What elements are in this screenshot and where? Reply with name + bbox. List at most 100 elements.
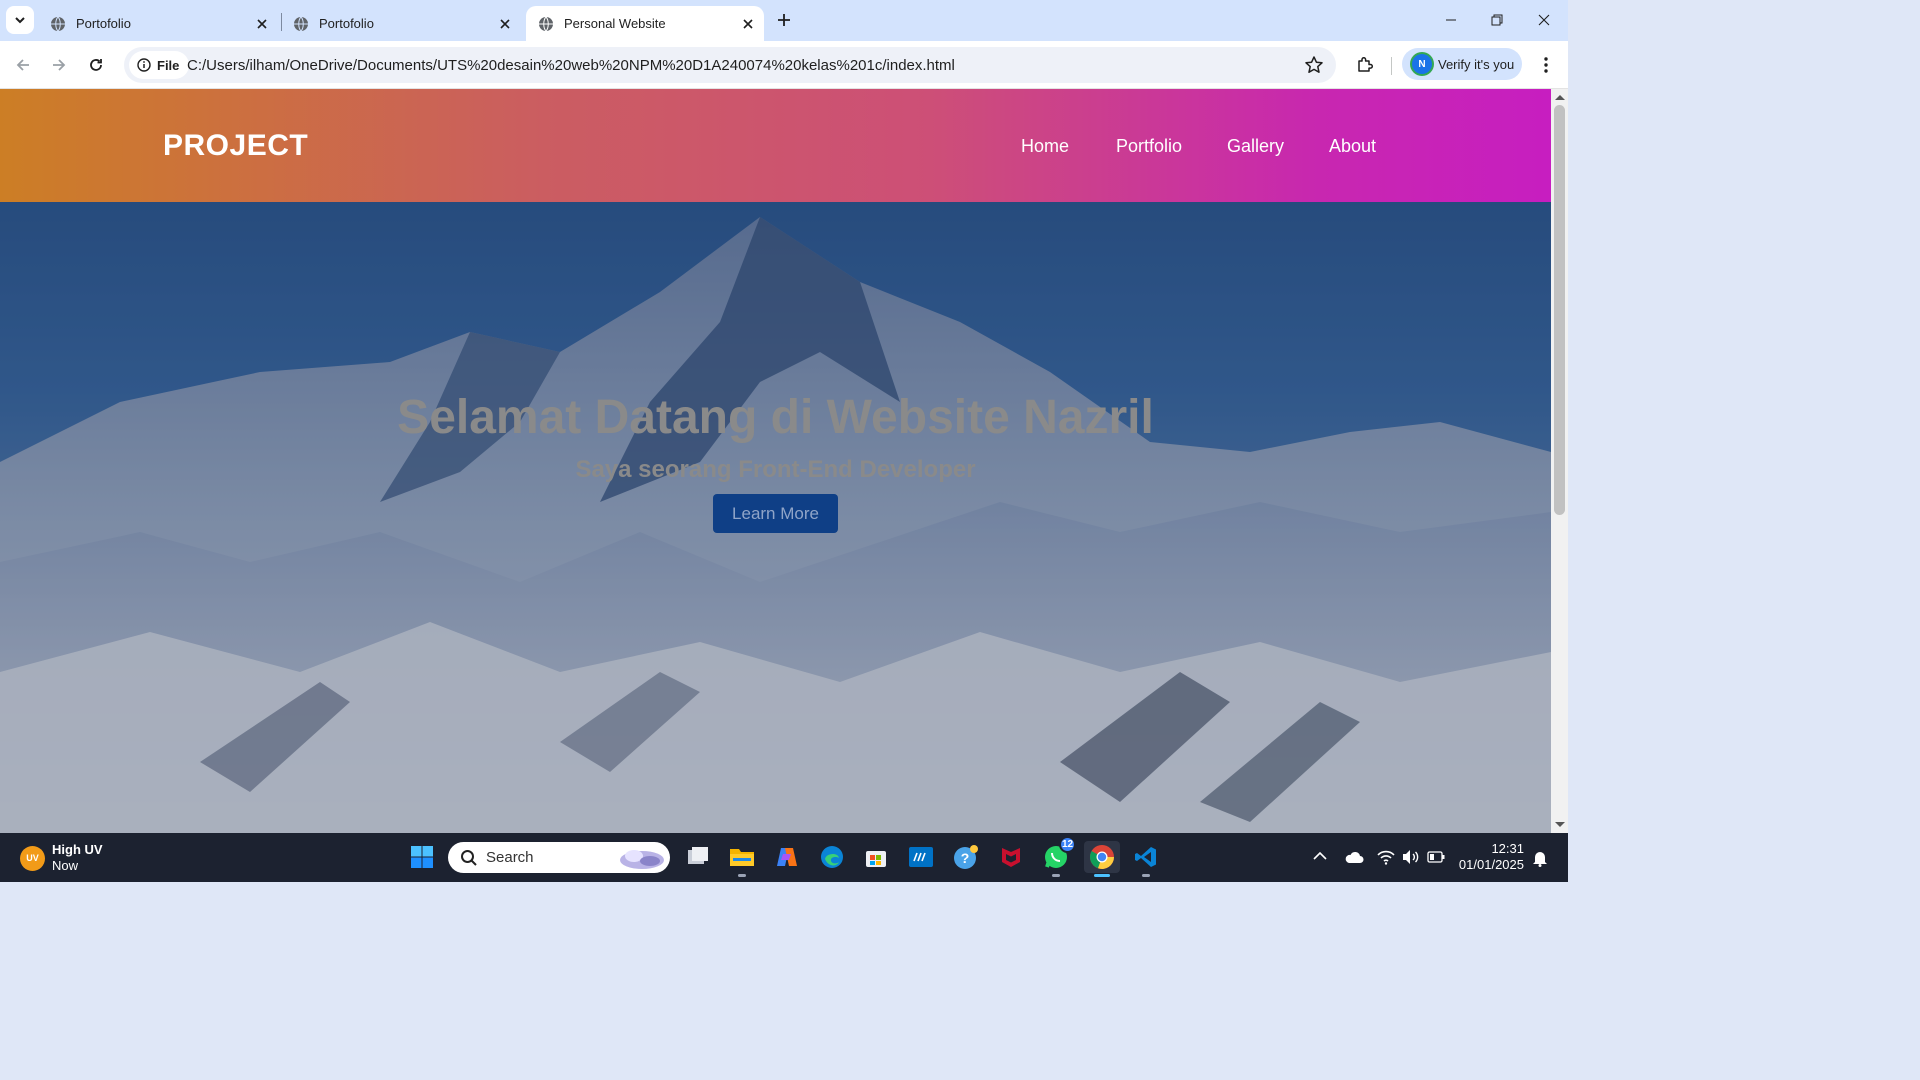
chevron-up-icon[interactable] xyxy=(1313,851,1327,861)
nav-link-about[interactable]: About xyxy=(1329,136,1376,157)
arrow-left-icon xyxy=(16,59,29,71)
close-tab-icon[interactable] xyxy=(252,14,272,34)
taskbar-search[interactable]: Search xyxy=(448,842,670,873)
copilot-icon xyxy=(777,848,797,866)
hero-subtitle: Saya seorang Front-End Developer xyxy=(575,456,976,483)
globe-icon xyxy=(294,16,308,31)
edge-icon xyxy=(821,846,843,868)
system-clock[interactable]: 12:31 01/01/2025 xyxy=(1452,841,1524,873)
mcafee-button[interactable] xyxy=(995,841,1027,873)
close-tab-icon[interactable] xyxy=(738,14,758,34)
tab-title: Portofolio xyxy=(76,16,131,31)
close-icon xyxy=(1538,14,1550,26)
chrome-button[interactable] xyxy=(1084,841,1120,877)
globe-icon xyxy=(51,16,65,31)
reload-icon xyxy=(90,59,102,71)
new-tab-button[interactable] xyxy=(772,8,796,32)
help-icon: ? xyxy=(954,845,978,869)
browser-menu-button[interactable] xyxy=(1532,50,1560,80)
scroll-down-arrow-icon[interactable] xyxy=(1555,822,1565,827)
start-button[interactable] xyxy=(406,841,438,873)
avatar: N xyxy=(1412,54,1432,74)
chevron-down-icon xyxy=(15,17,25,24)
vscode-button[interactable] xyxy=(1130,841,1162,877)
profile-button[interactable]: N Verify it's you xyxy=(1402,48,1522,80)
close-window-button[interactable] xyxy=(1521,0,1567,40)
copilot-button[interactable] xyxy=(771,841,803,873)
file-explorer-button[interactable] xyxy=(726,841,758,877)
site-chip-label: File xyxy=(157,57,180,73)
wifi-icon[interactable] xyxy=(1377,849,1395,865)
microsoft-store-button[interactable] xyxy=(860,841,892,873)
myhp-icon xyxy=(909,847,933,867)
volume-icon[interactable] xyxy=(1402,849,1420,865)
bookmark-star-icon[interactable] xyxy=(1304,55,1324,75)
restore-button[interactable] xyxy=(1474,0,1520,40)
site-header: PROJECT Home Portfolio Gallery About xyxy=(0,89,1551,202)
windows-taskbar: UV High UV Now Search ? 12 12:31 01/01/2… xyxy=(0,833,1568,882)
running-indicator xyxy=(738,874,746,877)
windows-logo-icon xyxy=(411,846,433,868)
browser-tab-2[interactable]: Portofolio xyxy=(281,6,521,41)
nav-link-portfolio[interactable]: Portfolio xyxy=(1116,136,1182,157)
plus-icon xyxy=(778,14,790,26)
tab-search-button[interactable] xyxy=(6,6,34,34)
notification-bell-icon[interactable] xyxy=(1532,850,1548,867)
url-text[interactable]: C:/Users/ilham/OneDrive/Documents/UTS%20… xyxy=(187,57,955,74)
close-tab-icon[interactable] xyxy=(495,14,515,34)
active-indicator xyxy=(1094,874,1110,877)
uv-icon: UV xyxy=(20,845,45,871)
weather-widget[interactable]: UV High UV Now xyxy=(20,842,103,874)
mcafee-icon xyxy=(1002,848,1020,867)
store-icon xyxy=(866,851,886,867)
get-help-button[interactable]: ? xyxy=(950,841,982,873)
weather-subtitle: Now xyxy=(52,858,79,873)
toolbar-divider xyxy=(1391,57,1392,75)
weather-title: High UV xyxy=(52,842,103,857)
browser-tab-1[interactable]: Portofolio xyxy=(38,6,278,41)
whatsapp-button[interactable]: 12 xyxy=(1040,836,1076,877)
browser-toolbar: File C:/Users/ilham/OneDrive/Documents/U… xyxy=(0,41,1568,89)
restore-icon xyxy=(1491,14,1503,26)
page-scrollbar[interactable] xyxy=(1551,89,1568,833)
vscode-icon xyxy=(1135,847,1156,867)
clock-date: 01/01/2025 xyxy=(1458,857,1524,872)
profile-label: Verify it's you xyxy=(1438,56,1515,72)
nav-link-gallery[interactable]: Gallery xyxy=(1227,136,1284,157)
edge-button[interactable] xyxy=(816,841,848,873)
chrome-icon xyxy=(1090,845,1114,869)
notification-badge: 12 xyxy=(1059,836,1076,853)
onedrive-cloud-icon[interactable] xyxy=(1344,850,1364,864)
search-icon xyxy=(461,849,477,866)
learn-more-button[interactable]: Learn More xyxy=(713,494,838,533)
nav-link-home[interactable]: Home xyxy=(1021,136,1069,157)
browser-tab-3-active[interactable]: Personal Website xyxy=(526,6,764,41)
kebab-menu-icon xyxy=(1544,57,1548,73)
puzzle-icon xyxy=(1358,56,1374,72)
task-view-icon xyxy=(688,847,708,864)
hero-title: Selamat Datang di Website Nazril xyxy=(397,391,1154,444)
reload-button[interactable] xyxy=(81,50,111,80)
forward-button[interactable] xyxy=(44,50,74,80)
extensions-button[interactable] xyxy=(1350,50,1380,80)
hero-section: Selamat Datang di Website Nazril Saya se… xyxy=(0,202,1551,833)
tab-title: Personal Website xyxy=(564,16,666,31)
minimize-button[interactable] xyxy=(1428,0,1474,40)
info-icon xyxy=(137,58,151,72)
svg-text:?: ? xyxy=(961,850,970,866)
tab-title: Portofolio xyxy=(319,16,374,31)
myhp-button[interactable] xyxy=(905,841,937,873)
search-highlight-image-icon xyxy=(620,849,664,869)
site-brand[interactable]: PROJECT xyxy=(163,129,308,163)
task-view-button[interactable] xyxy=(682,841,714,873)
battery-icon[interactable] xyxy=(1427,851,1445,863)
clock-time: 12:31 xyxy=(1491,841,1524,856)
arrow-right-icon xyxy=(53,59,66,71)
running-indicator xyxy=(1142,874,1150,877)
scroll-up-arrow-icon[interactable] xyxy=(1555,95,1565,100)
address-bar[interactable]: File C:/Users/ilham/OneDrive/Documents/U… xyxy=(124,47,1336,83)
back-button[interactable] xyxy=(8,50,38,80)
scrollbar-thumb[interactable] xyxy=(1554,105,1565,515)
site-info-chip[interactable]: File xyxy=(129,51,190,79)
folder-icon xyxy=(730,849,754,866)
